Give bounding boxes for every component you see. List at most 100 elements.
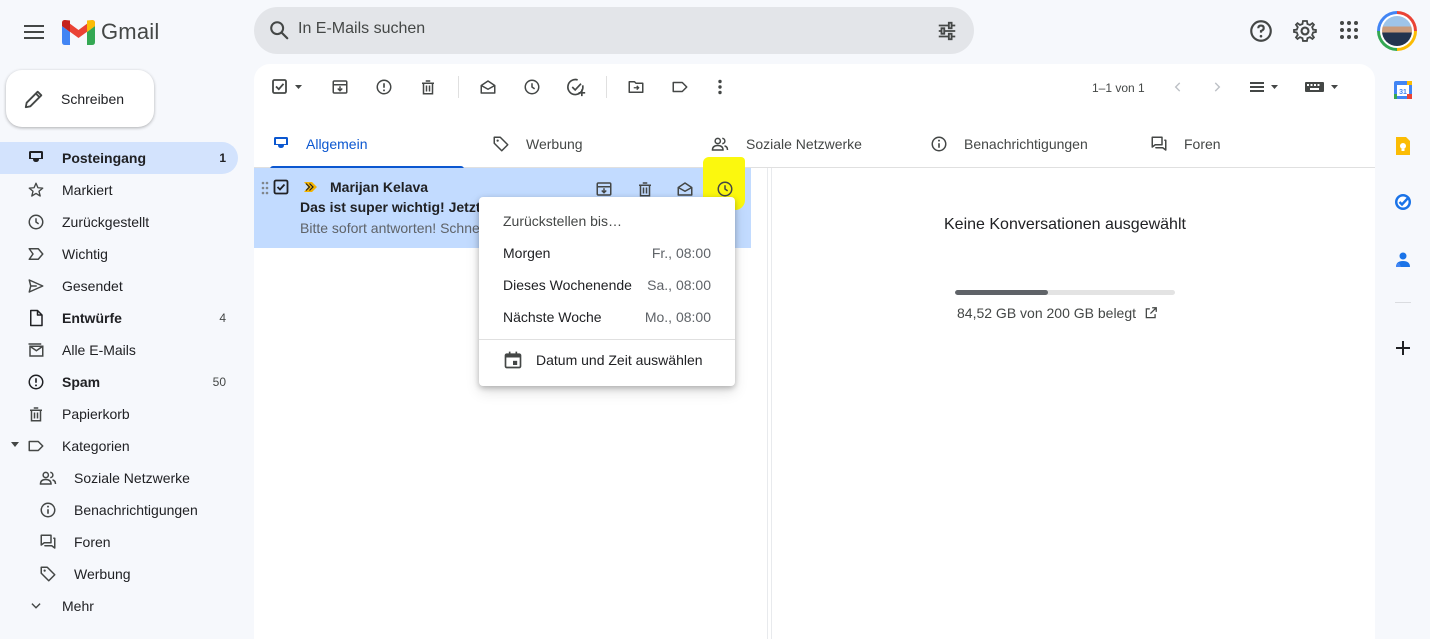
sidebar-item-forums[interactable]: Foren [0, 526, 238, 558]
trash-icon [639, 182, 651, 197]
account-avatar[interactable] [1377, 11, 1417, 51]
main-menu-button[interactable] [20, 18, 48, 46]
search-bar[interactable] [254, 7, 974, 54]
avatar-photo [1382, 16, 1412, 46]
row-mark-read-button[interactable] [675, 179, 695, 199]
sidebar-item-snoozed[interactable]: Zurückgestellt [0, 206, 238, 238]
gear-icon [1293, 20, 1317, 42]
mark-as-read-button[interactable] [478, 77, 498, 97]
star-icon [26, 180, 46, 200]
tab-updates[interactable]: Benachrichtigungen [920, 120, 1088, 168]
row-checkbox[interactable] [273, 179, 289, 195]
tag-icon [38, 564, 58, 584]
sidebar-item-spam[interactable]: Spam 50 [0, 366, 238, 398]
sidebar-item-promotions[interactable]: Werbung [0, 558, 238, 590]
pane-resizer[interactable] [767, 168, 772, 639]
row-snooze-button[interactable] [715, 179, 735, 199]
storage-progress-bar [955, 290, 1175, 295]
forum-icon [38, 532, 58, 552]
sidebar-item-drafts[interactable]: Entwürfe 4 [0, 302, 238, 334]
send-icon [26, 276, 46, 296]
storage-info[interactable]: 84,52 GB von 200 GB belegt [957, 305, 1158, 321]
toolbar: 1–1 von 1 [254, 64, 1375, 110]
google-calendar-icon: 31 [1394, 81, 1412, 99]
archive-icon [596, 182, 612, 196]
snooze-option-custom[interactable]: Datum und Zeit auswählen [503, 350, 703, 370]
sidebar-nav: Posteingang 1 Markiert Zurückgestellt Wi… [0, 142, 238, 622]
caret-down-icon[interactable] [11, 442, 19, 448]
drag-handle-icon[interactable] [261, 181, 269, 195]
tab-forums[interactable]: Foren [1140, 120, 1221, 168]
trash-icon [26, 404, 46, 424]
clock-icon [524, 79, 540, 95]
compose-button[interactable]: Schreiben [6, 70, 154, 127]
people-icon [711, 137, 729, 151]
contacts-app-button[interactable] [1383, 240, 1423, 280]
toolbar-divider [458, 76, 459, 98]
older-button[interactable] [1207, 77, 1227, 97]
help-button[interactable] [1248, 18, 1274, 44]
email-snippet: Bitte sofort antworten! Schnell [300, 220, 480, 236]
add-addon-button[interactable] [1383, 328, 1423, 368]
snooze-option-tomorrow[interactable]: Morgen Fr., 08:00 [479, 237, 735, 269]
settings-button[interactable] [1292, 18, 1318, 44]
search-input[interactable] [298, 20, 898, 38]
sidebar-item-categories[interactable]: Kategorien [0, 430, 238, 462]
search-icon[interactable] [268, 19, 290, 41]
label-icon [672, 81, 688, 93]
sidebar-item-important[interactable]: Wichtig [0, 238, 238, 270]
plus-icon [1396, 341, 1410, 355]
delete-button[interactable] [418, 77, 438, 97]
snooze-button[interactable] [522, 77, 542, 97]
pencil-icon [24, 90, 43, 108]
toolbar-divider [606, 76, 607, 98]
archive-button[interactable] [330, 77, 350, 97]
gmail-m-icon [62, 19, 95, 45]
keep-app-button[interactable] [1383, 126, 1423, 166]
tasks-app-button[interactable] [1383, 182, 1423, 222]
unread-count: 1 [219, 151, 226, 165]
main-panel: 1–1 von 1 Allgemein Werbung Soziale Netz… [254, 64, 1375, 639]
gmail-logo[interactable]: Gmail [62, 16, 159, 48]
report-spam-button[interactable] [374, 77, 394, 97]
more-actions-button[interactable] [710, 77, 730, 97]
archive-icon [332, 80, 348, 94]
tab-primary[interactable]: Allgemein [262, 120, 464, 169]
labels-button[interactable] [670, 77, 690, 97]
snooze-menu-title: Zurückstellen bis… [503, 213, 623, 229]
google-tasks-icon [1395, 194, 1411, 210]
snooze-option-next-week[interactable]: Nächste Woche Mo., 08:00 [479, 301, 735, 333]
row-delete-button[interactable] [635, 179, 655, 199]
sidebar-item-inbox[interactable]: Posteingang 1 [0, 142, 238, 174]
google-contacts-icon [1396, 252, 1410, 267]
sidebar-item-trash[interactable]: Papierkorb [0, 398, 238, 430]
input-tools-toggle[interactable] [1304, 77, 1342, 97]
search-options-icon[interactable] [936, 20, 958, 42]
more-vert-icon [718, 79, 722, 95]
side-panel-divider [1395, 302, 1411, 303]
density-toggle[interactable] [1248, 77, 1282, 97]
task-add-icon [567, 78, 586, 97]
split-pane-icon [1250, 82, 1278, 92]
important-marker-icon[interactable] [303, 181, 319, 193]
open-external-icon[interactable] [1144, 306, 1158, 320]
sidebar-item-updates[interactable]: Benachrichtigungen [0, 494, 238, 526]
sidebar-item-social[interactable]: Soziale Netzwerke [0, 462, 238, 494]
select-all-button[interactable] [271, 77, 305, 97]
row-archive-button[interactable] [594, 179, 614, 199]
sidebar-item-sent[interactable]: Gesendet [0, 270, 238, 302]
google-apps-button[interactable] [1337, 18, 1361, 42]
sidebar-item-starred[interactable]: Markiert [0, 174, 238, 206]
envelope-open-icon [480, 80, 496, 94]
chevron-right-icon [1214, 82, 1221, 92]
tab-promotions[interactable]: Werbung [482, 120, 583, 168]
sidebar-item-more[interactable]: Mehr [0, 590, 238, 622]
calendar-app-button[interactable]: 31 [1383, 70, 1423, 110]
folder-move-icon [628, 81, 644, 93]
move-to-button[interactable] [626, 77, 646, 97]
sidebar-item-all-mail[interactable]: Alle E-Mails [0, 334, 238, 366]
snooze-option-weekend[interactable]: Dieses Wochenende Sa., 08:00 [479, 269, 735, 301]
add-to-tasks-button[interactable] [566, 77, 586, 97]
spam-icon [376, 79, 392, 95]
newer-button[interactable] [1168, 77, 1188, 97]
